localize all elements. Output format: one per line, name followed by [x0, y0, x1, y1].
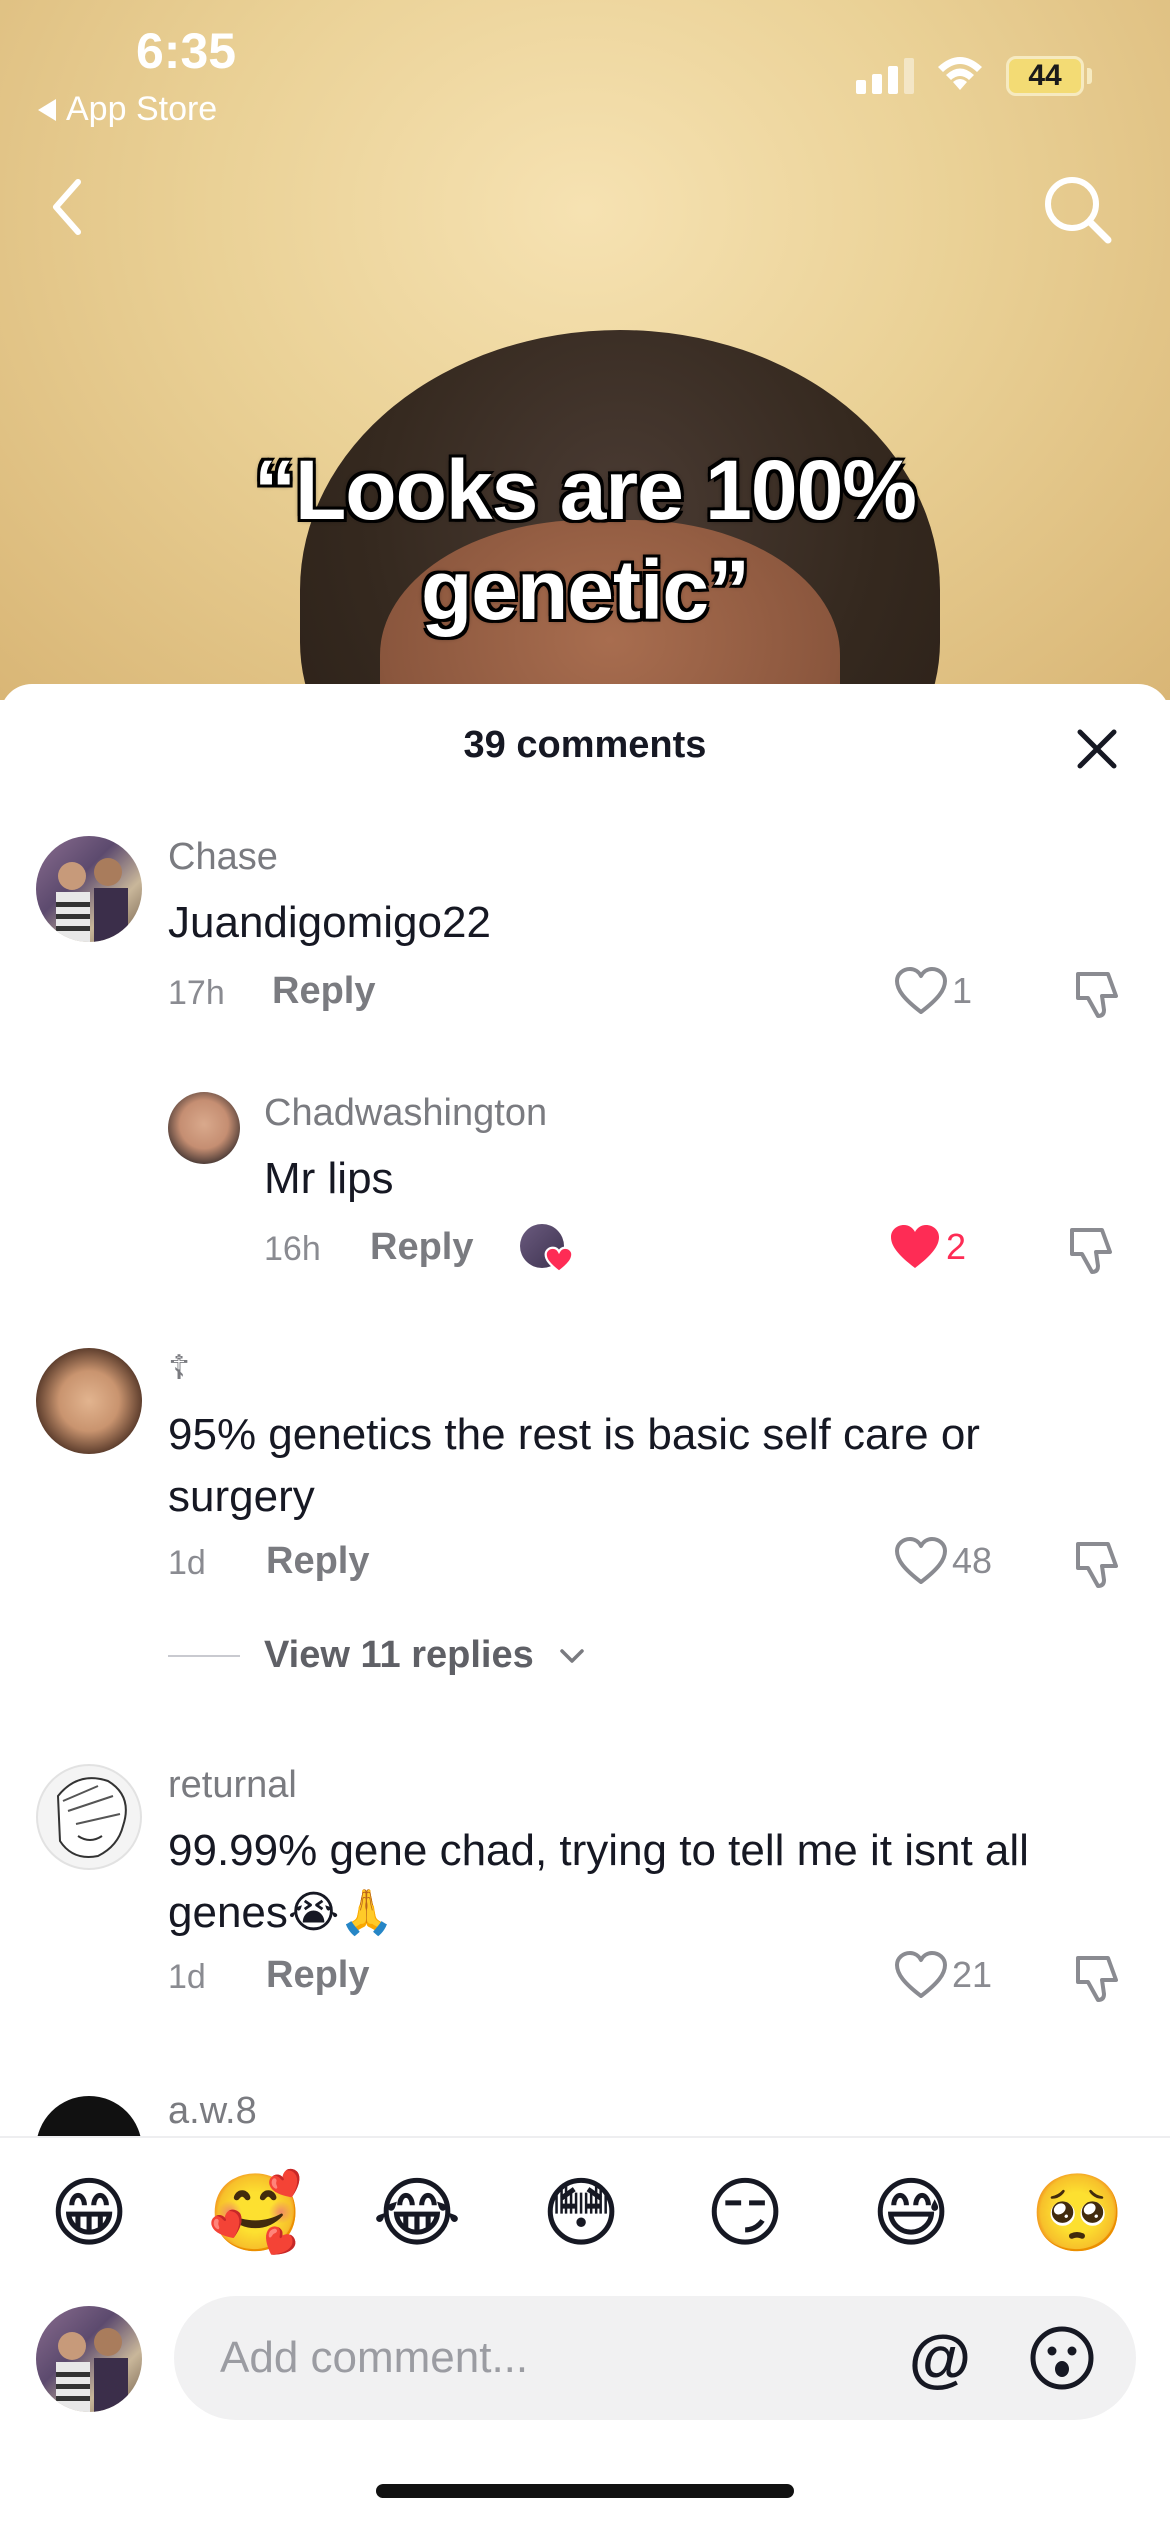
comment-username[interactable]: Chase — [168, 836, 278, 879]
avatar[interactable] — [36, 836, 142, 942]
caption-line-1: “Looks are 100% — [253, 443, 917, 537]
avatar[interactable] — [36, 2096, 142, 2136]
comment-text: Mr lips — [264, 1154, 394, 1203]
chevron-down-icon — [559, 1648, 584, 1663]
reply-button[interactable]: Reply — [266, 1954, 369, 1997]
video-caption: “Looks are 100% genetic” — [0, 440, 1170, 640]
thumbs-down-icon[interactable] — [1064, 1222, 1120, 1278]
like-button[interactable]: 21 — [894, 1950, 992, 2000]
divider-line — [168, 1654, 240, 1657]
thumbs-down-icon[interactable] — [1070, 1950, 1126, 2006]
battery-cap — [1087, 68, 1092, 84]
thumbs-down-icon[interactable] — [1070, 966, 1126, 1022]
emoji-pleading[interactable]: 🥺 — [1030, 2168, 1125, 2258]
heart-icon — [544, 1246, 574, 1274]
comment-username[interactable]: ☦ — [168, 1348, 190, 1388]
comment-text: 95% genetics the rest is basic self care… — [168, 1404, 980, 1528]
battery-icon: 44 — [1006, 56, 1084, 96]
comment-item: ☦ 95% genetics the rest is basic self ca… — [0, 1348, 1170, 1588]
view-replies-button[interactable]: View 11 replies — [168, 1634, 586, 1677]
comment-username[interactable]: Chadwashington — [264, 1092, 547, 1135]
status-time: 6:35 — [136, 23, 237, 79]
comment-item: Chase Juandigomigo22 17h Reply 1 — [0, 836, 1170, 1018]
current-user-avatar — [36, 2306, 142, 2412]
close-icon[interactable] — [1070, 722, 1124, 776]
like-count: 21 — [952, 1954, 993, 1995]
comment-item: a.w.8 — [0, 2090, 1170, 2136]
avatar[interactable] — [168, 1092, 240, 1164]
chevron-left-icon[interactable] — [42, 172, 92, 242]
like-button[interactable]: 48 — [894, 1536, 992, 1586]
comment-text-line-2: surgery — [168, 1472, 315, 1521]
back-app-label: App Store — [66, 90, 218, 128]
reply-button[interactable]: Reply — [272, 970, 375, 1013]
avatar[interactable] — [36, 1764, 142, 1870]
comment-reply-item: Chadwashington Mr lips 16h Reply 2 — [0, 1092, 1170, 1274]
like-count: 2 — [946, 1226, 967, 1267]
reply-button[interactable]: Reply — [370, 1226, 473, 1269]
comment-time: 1d — [168, 1544, 206, 1582]
smiley-icon[interactable] — [1028, 2324, 1096, 2392]
heart-filled-icon — [891, 1225, 939, 1268]
search-icon[interactable] — [1038, 170, 1116, 248]
thumbs-down-icon[interactable] — [1070, 1536, 1126, 1592]
video-background: 6:35 App Store 44 “Looks are 100% geneti… — [0, 0, 1170, 700]
back-to-app-store[interactable]: App Store — [38, 90, 217, 129]
heart-icon — [895, 1537, 947, 1584]
comment-input[interactable] — [220, 2296, 900, 2420]
creator-liked-avatar — [520, 1224, 574, 1274]
at-icon[interactable]: @ — [908, 2326, 972, 2390]
comment-text-line-2: genes😭🙏 — [168, 1888, 395, 1937]
like-button[interactable]: 2 — [888, 1222, 966, 1272]
emoji-smiling-hearts[interactable]: 🥰 — [208, 2168, 303, 2258]
comment-text: 99.99% gene chad, trying to tell me it i… — [168, 1820, 1029, 1944]
caption-line-2: genetic” — [420, 543, 750, 637]
battery-level: 44 — [1028, 59, 1062, 92]
quick-emoji-bar: 😁 🥰 😂 😳 😏 😅 🥺 — [0, 2136, 1170, 2286]
reply-button[interactable]: Reply — [266, 1540, 369, 1583]
comment-item: returnal 99.99% gene chad, trying to tel… — [0, 1764, 1170, 2004]
status-bar: 6:35 App Store 44 — [0, 0, 1170, 140]
avatar[interactable] — [36, 1348, 142, 1454]
cellular-signal-icon — [856, 58, 914, 94]
emoji-flushed[interactable]: 😳 — [536, 2168, 626, 2258]
comment-text: Juandigomigo22 — [168, 898, 491, 947]
comments-count-title: 39 comments — [463, 724, 707, 766]
comment-input-row: @ — [0, 2286, 1170, 2456]
heart-icon — [895, 967, 947, 1014]
view-replies-label: View 11 replies — [264, 1634, 534, 1676]
emoji-tears-of-joy[interactable]: 😂 — [372, 2168, 462, 2258]
heart-icon — [895, 1951, 947, 1998]
emoji-grinning[interactable]: 😁 — [44, 2168, 134, 2258]
like-count: 1 — [952, 970, 973, 1011]
comment-text-line-1: 95% genetics the rest is basic self care… — [168, 1410, 980, 1459]
emoji-smirk[interactable]: 😏 — [700, 2168, 790, 2258]
wifi-icon — [938, 57, 982, 90]
comment-time: 1d — [168, 1958, 206, 1996]
comment-text-line-1: 99.99% gene chad, trying to tell me it i… — [168, 1826, 1029, 1875]
comment-time: 16h — [264, 1230, 321, 1268]
home-indicator — [376, 2484, 794, 2498]
comment-time: 17h — [168, 974, 225, 1012]
comment-username[interactable]: a.w.8 — [168, 2090, 257, 2133]
like-count: 48 — [952, 1540, 993, 1581]
back-triangle-icon — [38, 98, 56, 121]
comment-username[interactable]: returnal — [168, 1764, 297, 1807]
comment-input-container: @ — [174, 2296, 1136, 2420]
like-button[interactable]: 1 — [894, 966, 972, 1016]
emoji-sweat-smile[interactable]: 😅 — [866, 2168, 956, 2258]
